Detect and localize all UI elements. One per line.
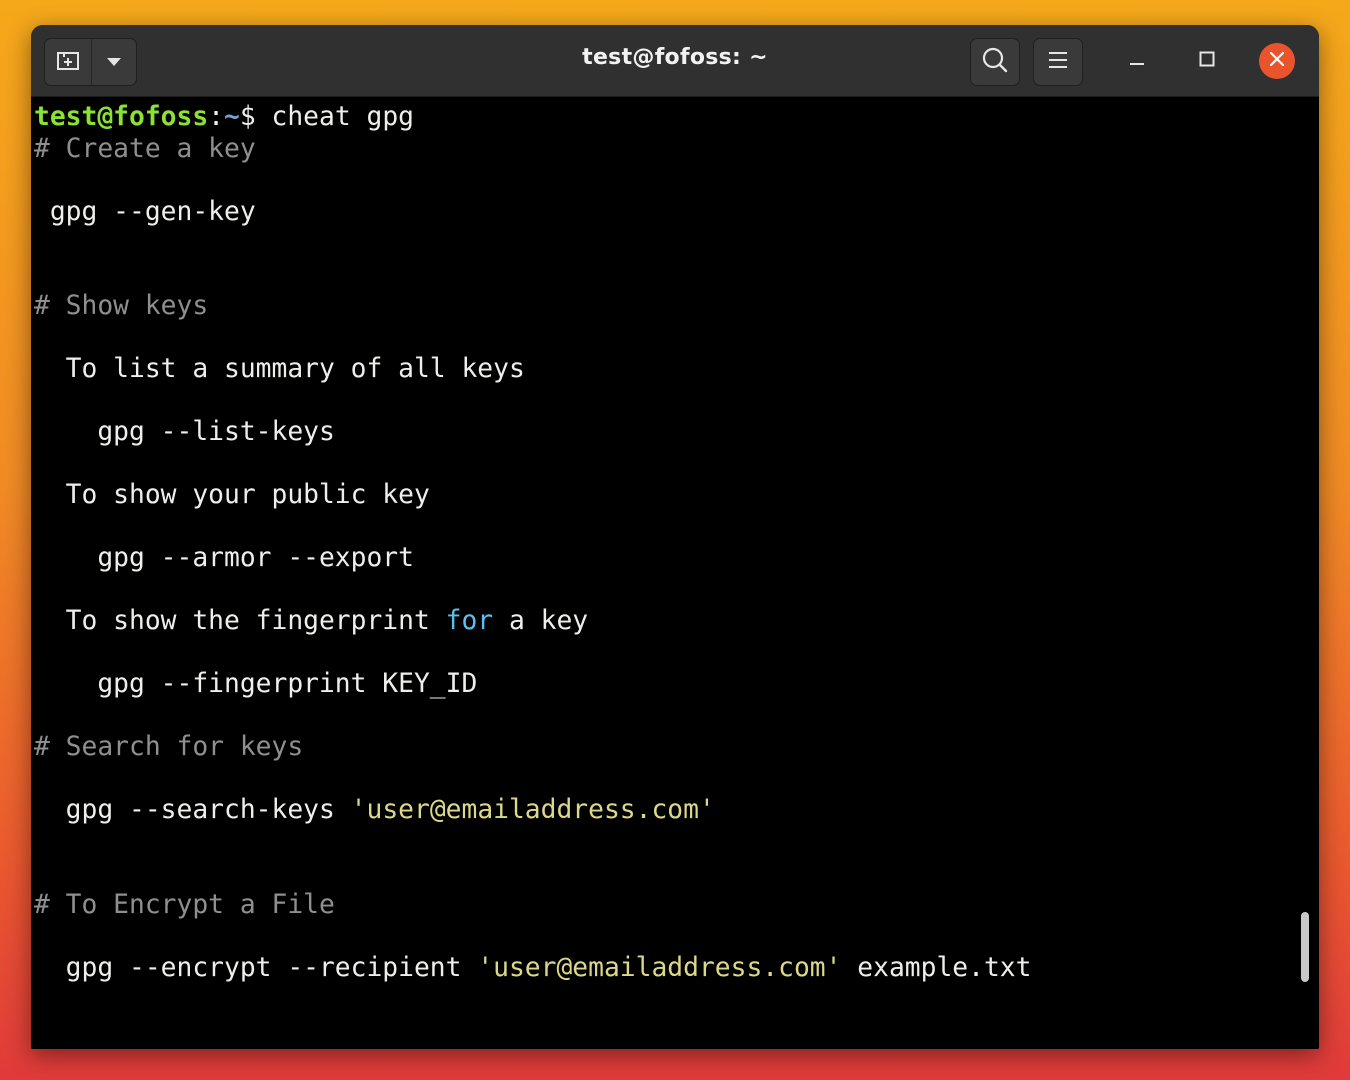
comment-create-key: # Create a key (34, 133, 256, 164)
minimize-button[interactable] (1119, 43, 1155, 79)
menu-button[interactable] (1033, 38, 1083, 86)
fingerprint-text-pre: To show the fingerprint (34, 606, 446, 636)
maximize-icon (1198, 50, 1216, 72)
cmd-encrypt: gpg --encrypt --recipient 'user@emailadd… (34, 953, 1319, 985)
search-cmd-text: gpg --search-keys (34, 795, 351, 825)
cmd-fingerprint: gpg --fingerprint KEY_ID (34, 669, 478, 699)
close-button[interactable] (1259, 43, 1295, 79)
prompt-dollar: $ (239, 102, 272, 132)
search-icon (981, 46, 1009, 78)
prompt-separator: : (208, 102, 224, 132)
maximize-button[interactable] (1189, 43, 1225, 79)
terminal-window: test@fofoss: ~ test@fofoss:~$ cheat gpg … (31, 25, 1319, 1049)
close-icon (1269, 51, 1285, 71)
comment-search-keys: # Search for keys (34, 732, 304, 762)
minimize-icon (1128, 50, 1146, 72)
encrypt-email-string: 'user@emailaddress.com' (477, 952, 842, 983)
hamburger-menu-icon (1047, 50, 1069, 74)
fingerprint-text-post: a key (493, 606, 589, 636)
text-show-public-key: To show your public key (34, 480, 430, 510)
prompt-user: test@fofoss (34, 102, 209, 132)
terminal-output[interactable]: test@fofoss:~$ cheat gpg # Create a key … (31, 98, 1319, 1049)
search-email-string: 'user@emailaddress.com' (350, 795, 715, 825)
keyword-for: for (445, 606, 494, 636)
comment-show-keys: # Show keys (34, 291, 209, 321)
cmd-list-keys: gpg --list-keys (34, 417, 335, 447)
text-list-summary: To list a summary of all keys (34, 354, 525, 384)
titlebar: test@fofoss: ~ (31, 25, 1319, 97)
comment-encrypt-file: # To Encrypt a File (34, 889, 335, 920)
scrollbar-thumb[interactable] (1301, 912, 1309, 982)
cmd-armor-export: gpg --armor --export (34, 543, 414, 573)
cmd-gen-key: gpg --gen-key (34, 196, 256, 227)
command-text: cheat gpg (271, 102, 415, 132)
text-show-fingerprint: To show the fingerprint for a key (34, 606, 1319, 638)
encrypt-cmd-text: gpg --encrypt --recipient (34, 952, 478, 983)
prompt-line: test@fofoss:~$ cheat gpg (34, 102, 1319, 134)
encrypt-filename: example.txt (841, 952, 1032, 983)
search-button[interactable] (970, 38, 1020, 86)
cmd-search-keys: gpg --search-keys 'user@emailaddress.com… (34, 795, 1319, 827)
prompt-path: ~ (224, 102, 240, 132)
